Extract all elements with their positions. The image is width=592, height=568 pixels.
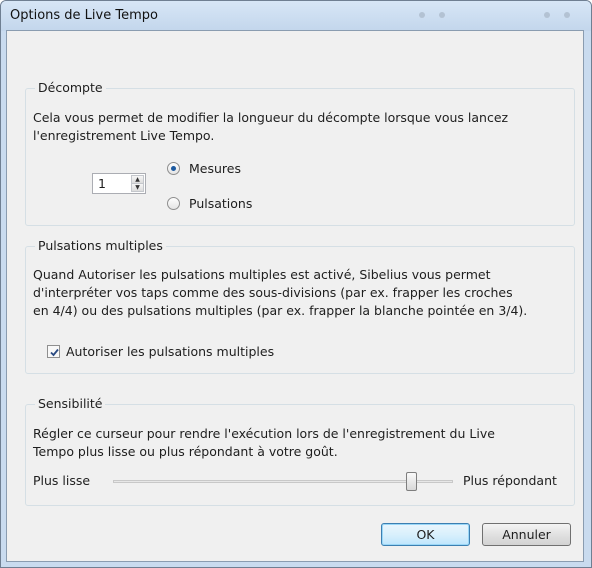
checkbox-checked-icon[interactable] [47, 345, 60, 358]
ok-button[interactable]: OK [381, 523, 470, 546]
countin-description: Cela vous permet de modifier la longueur… [33, 109, 508, 145]
radio-selected-dot-icon [171, 166, 176, 171]
stepper-down-button[interactable]: ▼ [131, 183, 144, 192]
cancel-button[interactable]: Annuler [482, 523, 571, 546]
window-title: Options de Live Tempo [10, 8, 158, 23]
titlebar-decoration-icon [564, 12, 570, 18]
sensitivity-slider-thumb[interactable] [406, 472, 417, 491]
titlebar-decoration-icon [439, 12, 445, 18]
sensitivity-description: Régler ce curseur pour rendre l'exécutio… [33, 425, 495, 461]
radio-button-icon[interactable] [167, 197, 180, 210]
slider-max-label: Plus répondant [463, 473, 557, 488]
radio-button-icon[interactable] [167, 162, 180, 175]
multibeat-description-line: en 4/4) ou des pulsations multiples (par… [33, 303, 528, 318]
radio-pulsations[interactable]: Pulsations [167, 196, 252, 211]
countin-stepper-value[interactable]: 1 [98, 176, 106, 191]
allow-multibeat-checkbox[interactable]: Autoriser les pulsations multiples [47, 344, 274, 359]
multibeat-description-line: Quand Autoriser les pulsations multiples… [33, 267, 491, 282]
title-bar[interactable]: Options de Live Tempo [1, 1, 591, 31]
radio-mesures-label[interactable]: Mesures [189, 161, 241, 176]
multibeat-group-label: Pulsations multiples [35, 238, 166, 253]
slider-min-label: Plus lisse [33, 473, 91, 488]
multibeat-description: Quand Autoriser les pulsations multiples… [33, 266, 527, 320]
countin-description-line: l'enregistrement Live Tempo. [33, 128, 215, 143]
sensitivity-slider-track[interactable] [113, 480, 453, 483]
allow-multibeat-label[interactable]: Autoriser les pulsations multiples [66, 344, 274, 359]
sensitivity-group-label: Sensibilité [35, 396, 106, 411]
countin-group-label: Décompte [35, 80, 106, 95]
titlebar-decoration-icon [544, 12, 550, 18]
sensitivity-description-line: Régler ce curseur pour rendre l'exécutio… [33, 426, 495, 441]
countin-description-line: Cela vous permet de modifier la longueur… [33, 110, 509, 125]
multibeat-description-line: d'interpréter vos taps comme des sous-di… [33, 285, 513, 300]
radio-pulsations-label[interactable]: Pulsations [189, 196, 252, 211]
radio-mesures[interactable]: Mesures [167, 161, 241, 176]
countin-stepper[interactable]: 1 ▲ ▼ [92, 173, 146, 194]
sensitivity-description-line: Tempo plus lisse ou plus répondant à vot… [33, 444, 338, 459]
titlebar-decoration-icon [419, 12, 425, 18]
